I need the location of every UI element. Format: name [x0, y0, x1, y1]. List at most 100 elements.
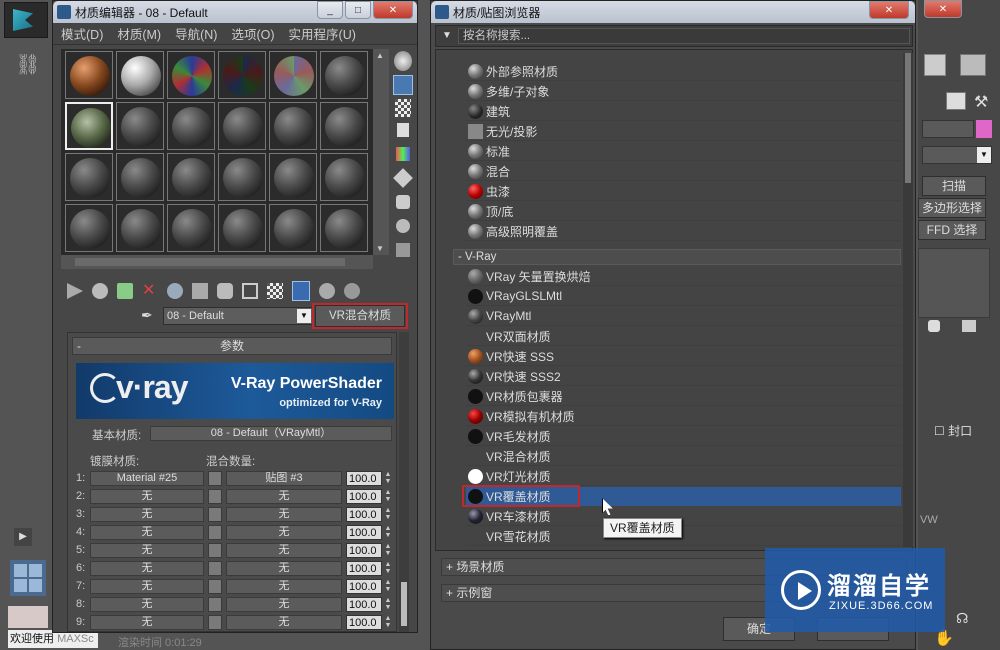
material-list-item[interactable]: 混合 [466, 162, 901, 181]
blend-map-button[interactable]: 无 [226, 579, 342, 594]
menu-mode[interactable]: 模式(D) [61, 24, 103, 43]
show-map-icon[interactable] [267, 283, 283, 299]
material-id-icon[interactable] [242, 283, 258, 299]
material-list-item[interactable]: 无光/投影 [466, 122, 901, 141]
material-list-item[interactable]: VRayMtl [466, 307, 901, 326]
spinner-arrows-icon[interactable]: ▲ ▼ [383, 579, 393, 594]
blend-map-button[interactable]: 无 [226, 615, 342, 630]
chevron-down-icon[interactable]: ▼ [297, 309, 311, 323]
spinner-arrows-icon[interactable]: ▲ ▼ [383, 561, 393, 576]
browser-options-icon[interactable]: ▼ [442, 30, 452, 41]
blend-map-button[interactable]: 无 [226, 489, 342, 504]
sample-slot[interactable] [167, 204, 215, 252]
blend-amount-spinner[interactable]: 100.0 [346, 579, 382, 594]
coat-enable-swatch[interactable] [208, 543, 222, 558]
coat-enable-swatch[interactable] [208, 561, 222, 576]
sample-slot[interactable] [218, 51, 266, 99]
blend-map-button[interactable]: 无 [226, 597, 342, 612]
make-copy-icon[interactable] [167, 283, 183, 299]
sample-slot[interactable] [167, 102, 215, 150]
link-icon[interactable]: ⛓ [14, 52, 42, 80]
menu-navigation[interactable]: 导航(N) [175, 24, 217, 43]
sample-slot[interactable] [218, 102, 266, 150]
material-list-item[interactable]: VR材质包裹器 [466, 387, 901, 406]
sample-slot[interactable] [320, 51, 368, 99]
object-name-field[interactable] [922, 120, 974, 138]
blend-amount-spinner[interactable]: 100.0 [346, 507, 382, 522]
blend-amount-spinner[interactable]: 100.0 [346, 543, 382, 558]
blend-amount-spinner[interactable]: 100.0 [346, 489, 382, 504]
search-input[interactable]: 按名称搜索... [458, 28, 910, 44]
slots-vertical-scrollbar[interactable]: ▲ ▼ [373, 49, 389, 255]
coat-enable-swatch[interactable] [208, 579, 222, 594]
material-list-item[interactable]: 高级照明覆盖 [466, 222, 901, 241]
slots-horizontal-scrollbar[interactable] [61, 255, 373, 269]
sample-slot[interactable] [116, 153, 164, 201]
material-list-item[interactable]: 虫漆 [466, 182, 901, 201]
editor-scrollbar[interactable] [399, 332, 409, 632]
select-by-material-icon[interactable] [396, 219, 410, 233]
sample-type-icon[interactable] [394, 51, 412, 71]
go-forward-sibling-icon[interactable] [344, 283, 360, 299]
material-list-item[interactable]: 建筑 [466, 102, 901, 121]
modifier-stack[interactable] [918, 248, 990, 318]
coat-enable-swatch[interactable] [208, 525, 222, 540]
menu-material[interactable]: 材质(M) [117, 24, 161, 43]
coat-enable-swatch[interactable] [208, 507, 222, 522]
material-list-item[interactable]: VR混合材质 [466, 447, 901, 466]
sample-slot[interactable] [269, 51, 317, 99]
configure-icon[interactable] [962, 320, 976, 332]
sample-slot[interactable] [320, 204, 368, 252]
options-icon[interactable] [396, 195, 410, 209]
material-list-item[interactable]: VR灯光材质 [466, 467, 901, 486]
menu-utilities[interactable]: 实用程序(U) [289, 24, 356, 43]
blend-amount-spinner[interactable]: 100.0 [346, 525, 382, 540]
coat-enable-swatch[interactable] [208, 471, 222, 486]
material-name-field[interactable]: 08 - Default ▼ [163, 307, 313, 325]
coat-material-button[interactable]: 无 [90, 543, 204, 558]
vray-group-header[interactable]: - V-Ray [453, 249, 901, 265]
sample-slot[interactable] [116, 102, 164, 150]
material-list-item[interactable]: 顶/底 [466, 202, 901, 221]
preview-icon[interactable] [393, 168, 413, 188]
make-unique-icon[interactable] [192, 283, 208, 299]
coat-enable-swatch[interactable] [208, 615, 222, 630]
coat-material-button[interactable]: 无 [90, 579, 204, 594]
coat-enable-swatch[interactable] [208, 489, 222, 504]
material-list-item[interactable]: VR模拟有机材质 [466, 407, 901, 426]
material-list-item[interactable]: 外部参照材质 [466, 62, 901, 81]
go-to-parent-icon[interactable] [319, 283, 335, 299]
menu-options[interactable]: 选项(O) [231, 24, 274, 43]
display-icon[interactable] [946, 92, 966, 110]
material-list-item[interactable]: VR雪花材质 [466, 527, 901, 546]
coat-material-button[interactable]: 无 [90, 561, 204, 576]
coat-material-button[interactable]: Material #25 [90, 471, 204, 486]
material-list-item[interactable]: VR快速 SSS2 [466, 367, 901, 386]
sample-slot-active[interactable] [65, 102, 113, 150]
uv-tiling-icon[interactable] [397, 123, 409, 137]
coat-material-button[interactable]: 无 [90, 597, 204, 612]
show-end-result-icon[interactable] [292, 281, 310, 301]
material-list-item[interactable]: VRay 矢量置换烘焙 [466, 267, 901, 286]
close-button[interactable]: ✕ [373, 1, 413, 19]
blend-map-button[interactable]: 无 [226, 525, 342, 540]
reset-map-icon[interactable]: ✕ [142, 283, 158, 299]
base-material-button[interactable]: 08 - Default（VRayMtl） [150, 426, 392, 441]
modifier-icon[interactable] [924, 54, 946, 76]
sample-slot[interactable] [218, 153, 266, 201]
get-material-icon[interactable] [67, 283, 83, 299]
blend-map-button[interactable]: 无 [226, 561, 342, 576]
pin-stack-icon[interactable] [928, 320, 940, 332]
modifier-list-dropdown[interactable]: ▼ [922, 146, 992, 164]
background-icon[interactable] [395, 99, 411, 117]
blend-amount-spinner[interactable]: 100.0 [346, 615, 382, 630]
material-list-item[interactable]: 标准 [466, 142, 901, 161]
coat-material-button[interactable]: 无 [90, 489, 204, 504]
material-list-item[interactable]: VR双面材质 [466, 327, 901, 346]
sample-slot[interactable] [167, 51, 215, 99]
spinner-arrows-icon[interactable]: ▲ ▼ [383, 543, 393, 558]
blend-amount-spinner[interactable]: 100.0 [346, 597, 382, 612]
blend-amount-spinner[interactable]: 100.0 [346, 471, 382, 486]
browser-titlebar[interactable]: 材质/贴图浏览器 ✕ [431, 1, 915, 23]
hierarchy-icon[interactable] [960, 54, 986, 76]
